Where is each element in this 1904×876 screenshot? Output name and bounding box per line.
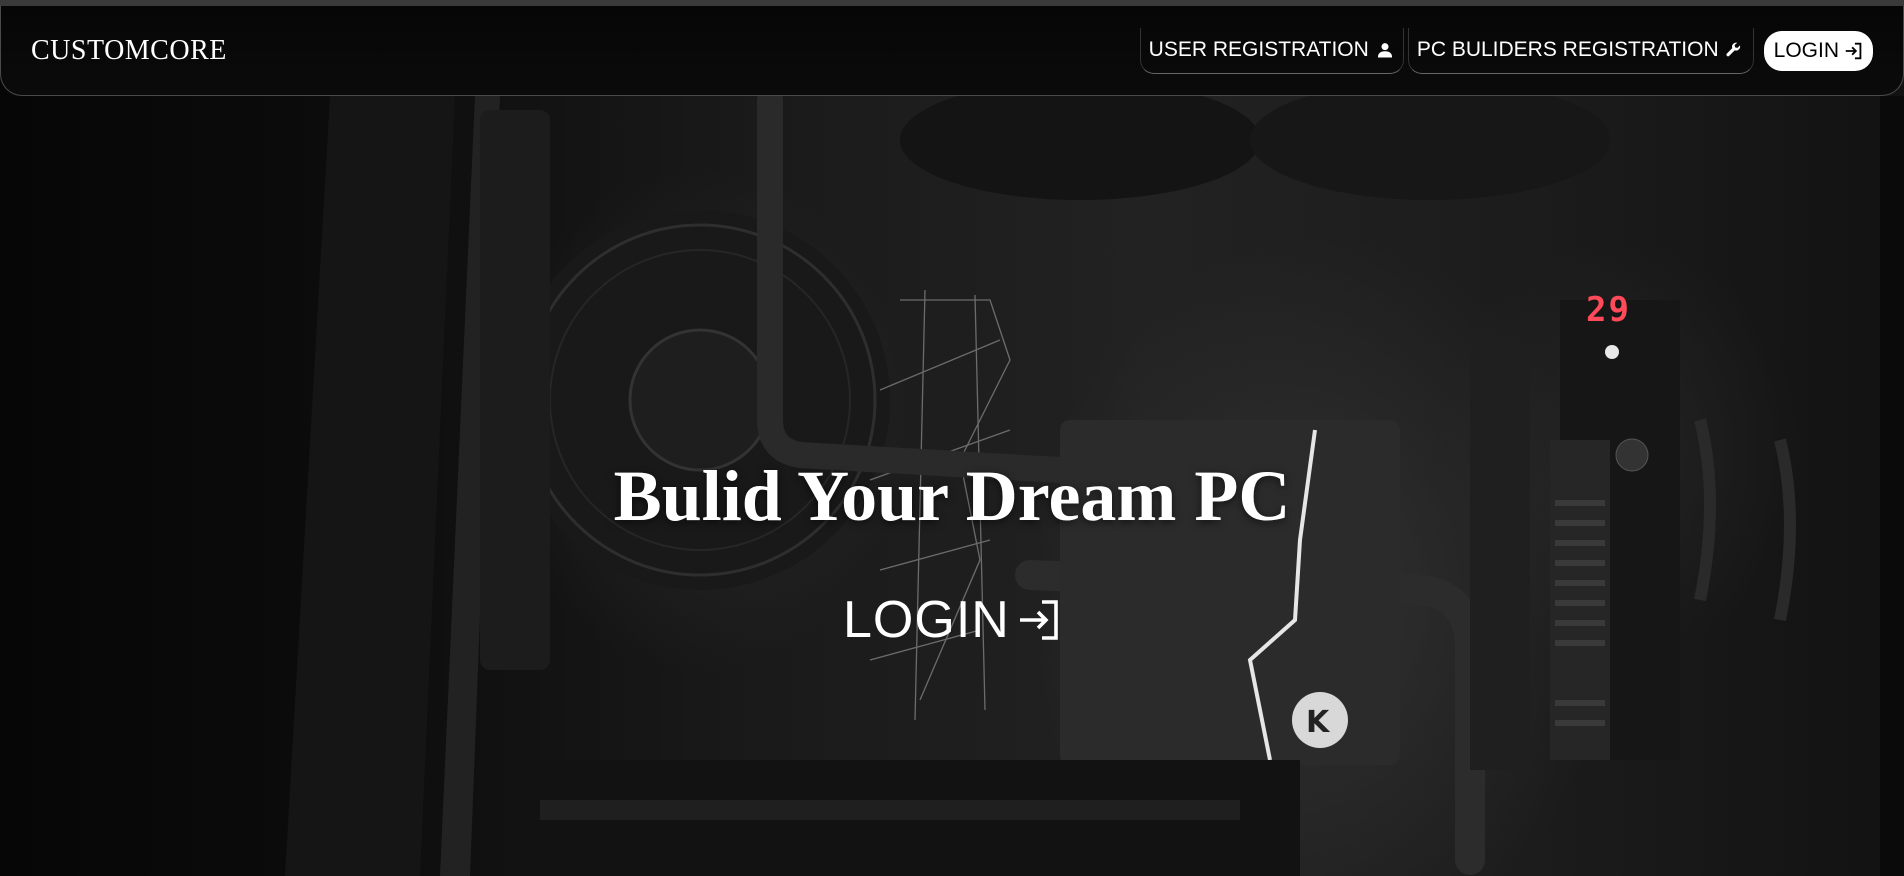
nav-user-registration[interactable]: USER REGISTRATION [1139, 27, 1404, 74]
wrench-icon [1726, 42, 1740, 57]
brand-logo[interactable]: CUSTOMCORE [31, 35, 227, 67]
hero-background: K 29 [0, 0, 1904, 876]
hero-login-button[interactable]: LOGIN [843, 590, 1064, 650]
nav-user-registration-label: USER REGISTRATION [1148, 38, 1369, 61]
nav-builder-registration[interactable]: PC BULIDERS REGISTRATION [1407, 27, 1754, 74]
nav-login-button[interactable]: LOGIN [1763, 30, 1873, 71]
svg-text:K: K [1306, 705, 1331, 740]
nav-builder-registration-label: PC BULIDERS REGISTRATION [1416, 38, 1719, 61]
hero-login-label: LOGIN [843, 591, 1010, 649]
login-arrow-icon [1019, 600, 1058, 640]
nav-menu: USER REGISTRATION PC BULIDERS REGISTRATI… [1139, 27, 1873, 74]
login-arrow-icon [1845, 42, 1862, 59]
pc-interior-image: K [285, 80, 1904, 876]
hero-title: Bulid Your Dream PC [613, 456, 1291, 536]
temperature-display: 29 [1586, 290, 1631, 330]
person-icon [1377, 43, 1392, 58]
navbar: CUSTOMCORE USER REGISTRATION PC BULIDERS… [0, 6, 1904, 96]
nav-login-label: LOGIN [1773, 38, 1839, 62]
